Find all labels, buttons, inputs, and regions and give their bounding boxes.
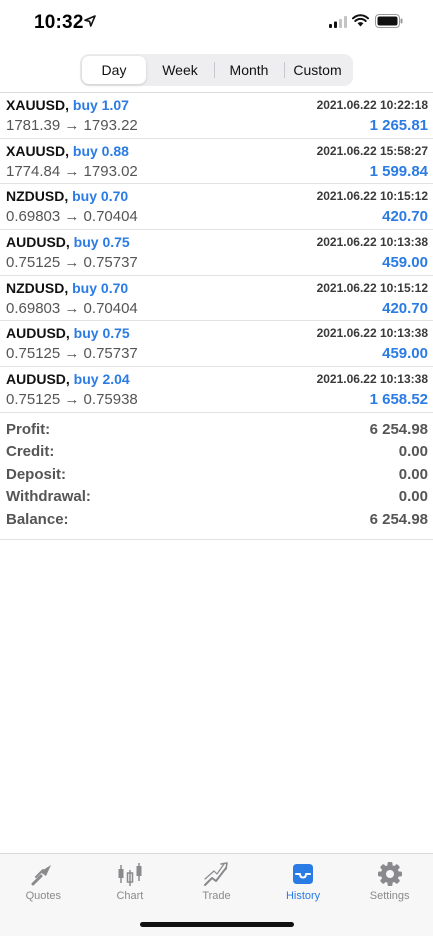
deal-row[interactable]: NZDUSD, buy 0.70 2021.06.22 10:15:12 0.6…	[0, 276, 433, 322]
deal-symbol: XAUUSD,	[6, 97, 70, 113]
deal-row[interactable]: AUDUSD, buy 0.75 2021.06.22 10:13:38 0.7…	[0, 321, 433, 368]
summary-label: Deposit:	[6, 465, 66, 483]
deal-profit: 420.70	[382, 208, 428, 226]
summary-label: Credit:	[6, 443, 55, 461]
deal-row[interactable]: XAUUSD, buy 1.07 2021.06.22 10:22:18 178…	[0, 93, 433, 139]
deal-symbol-line: AUDUSD, buy 2.04	[6, 371, 130, 387]
quotes-icon	[31, 865, 52, 886]
tab-custom[interactable]: Custom	[284, 56, 351, 84]
deal-profit: 459.00	[382, 254, 428, 272]
deal-symbol: AUDUSD,	[6, 234, 70, 251]
location-arrow-icon	[84, 15, 96, 27]
deal-prices: 0.75125 → 0.75737	[6, 345, 138, 363]
deal-side: buy 0.75	[73, 234, 130, 251]
deal-symbol-line: XAUUSD, buy 1.07	[6, 97, 129, 113]
deal-side: buy 0.70	[72, 279, 129, 296]
deal-date: 2021.06.22 10:13:38	[316, 372, 428, 387]
battery-icon	[375, 14, 403, 28]
status-bar: 10:32	[0, 0, 433, 48]
summary-row-deposit: Deposit: 0.00	[0, 466, 433, 489]
deal-symbol-line: XAUUSD, buy 0.88	[6, 143, 129, 159]
deal-date: 2021.06.22 10:15:12	[316, 189, 428, 204]
deal-symbol: NZDUSD,	[6, 279, 69, 296]
deal-row[interactable]: AUDUSD, buy 0.75 2021.06.22 10:13:38 0.7…	[0, 230, 433, 276]
deal-symbol: AUDUSD,	[6, 371, 70, 388]
deal-symbol: NZDUSD,	[6, 188, 69, 205]
tab-label: Settings	[369, 890, 410, 902]
summary-label: Withdrawal:	[6, 488, 91, 506]
deal-profit: 1 658.52	[369, 391, 428, 409]
tab-label: Trade	[202, 890, 231, 902]
deal-date: 2021.06.22 15:58:27	[316, 143, 428, 158]
cellular-signal-icon	[329, 16, 347, 28]
deal-symbol-line: AUDUSD, buy 0.75	[6, 325, 130, 341]
wifi-icon	[352, 14, 369, 27]
summary-value: 0.00	[398, 488, 428, 506]
home-indicator	[140, 922, 294, 927]
tab-settings[interactable]: Settings	[346, 854, 433, 936]
summary-value: 6 254.98	[369, 510, 428, 528]
deal-symbol-line: AUDUSD, buy 0.75	[6, 234, 130, 250]
deal-date: 2021.06.22 10:13:38	[316, 326, 428, 341]
deal-side: buy 0.70	[72, 188, 129, 205]
summary-row-credit: Credit: 0.00	[0, 443, 433, 466]
deal-profit: 459.00	[382, 345, 428, 363]
account-summary: Profit: 6 254.98 Credit: 0.00 Deposit: 0…	[0, 413, 433, 541]
summary-row-withdrawal: Withdrawal: 0.00	[0, 488, 433, 511]
deal-prices: 1774.84 → 1793.02	[6, 162, 138, 180]
deal-side: buy 0.75	[73, 325, 130, 342]
tab-week[interactable]: Week	[146, 56, 214, 84]
summary-label: Profit:	[6, 420, 51, 438]
summary-value: 0.00	[398, 465, 428, 483]
deal-date: 2021.06.22 10:15:12	[316, 280, 428, 295]
status-time: 10:32	[34, 12, 84, 33]
summary-label: Balance:	[6, 510, 69, 528]
deal-symbol-line: NZDUSD, buy 0.70	[6, 280, 128, 296]
trade-icon	[204, 862, 229, 886]
deal-prices: 0.69803 → 0.70404	[6, 208, 138, 226]
gear-icon	[377, 862, 402, 886]
tab-label: Chart	[116, 890, 144, 902]
summary-row-profit: Profit: 6 254.98	[0, 421, 433, 444]
summary-row-balance: Balance: 6 254.98	[0, 511, 433, 534]
deal-prices: 1781.39 → 1793.22	[6, 117, 138, 134]
deal-profit: 420.70	[382, 299, 428, 317]
summary-value: 6 254.98	[369, 420, 428, 438]
deal-row[interactable]: NZDUSD, buy 0.70 2021.06.22 10:15:12 0.6…	[0, 184, 433, 231]
deal-side: buy 2.04	[73, 371, 130, 388]
candlestick-chart-icon	[118, 863, 142, 886]
tab-month[interactable]: Month	[215, 56, 284, 84]
history-list: XAUUSD, buy 1.07 2021.06.22 10:22:18 178…	[0, 92, 433, 541]
tab-label: Quotes	[25, 890, 62, 902]
deal-symbol: AUDUSD,	[6, 325, 70, 342]
tab-quotes[interactable]: Quotes	[0, 854, 87, 936]
tab-label: History	[285, 890, 321, 902]
inbox-tray-icon	[293, 864, 314, 884]
deal-profit: 1 599.84	[369, 162, 428, 180]
deal-symbol: XAUUSD,	[6, 142, 70, 159]
deal-row[interactable]: XAUUSD, buy 0.88 2021.06.22 15:58:27 177…	[0, 139, 433, 185]
deal-symbol-line: NZDUSD, buy 0.70	[6, 188, 128, 204]
period-segmented-control: Day Week Month Custom	[80, 54, 353, 86]
deal-date: 2021.06.22 10:13:38	[316, 235, 428, 250]
deal-prices: 0.69803 → 0.70404	[6, 299, 138, 317]
deal-date: 2021.06.22 10:22:18	[316, 98, 428, 112]
deal-side: buy 1.07	[72, 97, 129, 113]
tab-day[interactable]: Day	[82, 56, 146, 84]
deal-row[interactable]: AUDUSD, buy 2.04 2021.06.22 10:13:38 0.7…	[0, 367, 433, 413]
deal-prices: 0.75125 → 0.75737	[6, 254, 138, 272]
deal-side: buy 0.88	[72, 142, 129, 159]
deal-profit: 1 265.81	[369, 117, 428, 134]
deal-prices: 0.75125 → 0.75938	[6, 391, 138, 409]
summary-value: 0.00	[398, 443, 428, 461]
